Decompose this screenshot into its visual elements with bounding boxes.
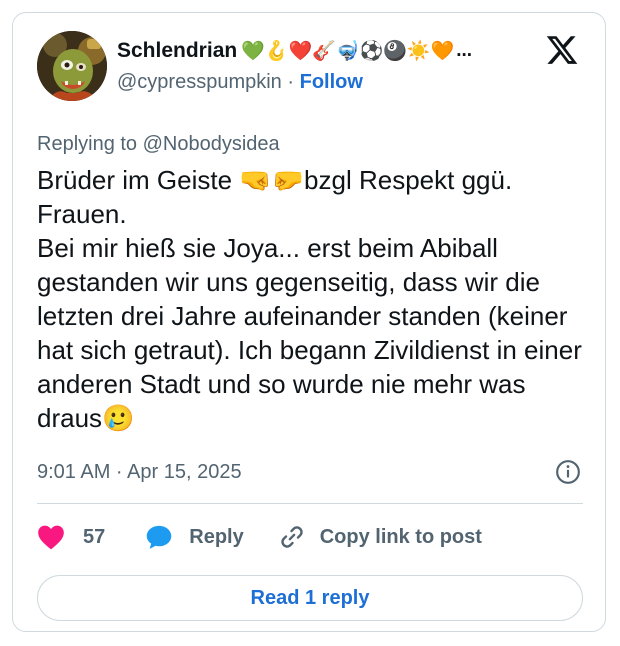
- author-name-row: Schlendrian 💚 🪝 ❤️ 🎸 🤿 ⚽ 🎱 ☀️ 🧡 ...: [117, 39, 472, 63]
- author-display-name[interactable]: Schlendrian: [117, 39, 237, 63]
- sun-icon: ☀️: [406, 41, 431, 62]
- green-heart-icon: 💚: [241, 41, 265, 62]
- copy-link-button[interactable]: Copy link to post: [278, 524, 482, 550]
- read-replies-label: Read 1 reply: [250, 586, 370, 609]
- reply-label: Reply: [189, 525, 244, 548]
- tweet-card: Schlendrian 💚 🪝 ❤️ 🎸 🤿 ⚽ 🎱 ☀️ 🧡 ... @cyp…: [12, 12, 606, 632]
- tweet-timestamp[interactable]: 9:01 AM · Apr 15, 2025: [37, 461, 242, 484]
- info-icon[interactable]: [555, 459, 581, 485]
- like-count: 57: [83, 525, 106, 548]
- tweet-line2: Frauen.: [37, 199, 127, 229]
- name-ellipsis: ...: [456, 40, 473, 61]
- avatar[interactable]: [37, 31, 107, 101]
- handle-separator: ·: [287, 71, 295, 93]
- tweet-line1-after: bzgl Respekt ggü.: [304, 165, 513, 195]
- link-icon: [281, 526, 303, 548]
- follow-link[interactable]: Follow: [300, 71, 363, 93]
- author-handle[interactable]: @cypresspumpkin: [117, 71, 282, 93]
- tweet-line1-before: Brüder im Geiste: [37, 165, 240, 195]
- red-heart-icon: ❤️: [288, 41, 313, 62]
- replying-to: Replying to @Nobodysidea: [37, 133, 280, 155]
- tweet-text: Brüder im Geiste 🤜🤛bzgl Respekt ggü. Fra…: [37, 163, 597, 435]
- action-bar: 57 Reply Copy link to post: [37, 517, 482, 557]
- diving-mask-icon: 🤿: [335, 41, 360, 62]
- like-button[interactable]: 57: [37, 524, 105, 550]
- hook-icon: 🪝: [264, 41, 289, 62]
- reply-button[interactable]: Reply: [145, 524, 244, 550]
- guitar-icon: 🎸: [312, 41, 336, 62]
- heart-icon: [38, 525, 64, 550]
- x-logo-icon[interactable]: [545, 33, 579, 67]
- fist-bump-icons: 🤜🤛: [239, 165, 305, 195]
- smiling-tear-icon: 🥲: [102, 403, 135, 433]
- name-emojis: 💚 🪝 ❤️ 🎸 🤿 ⚽ 🎱 ☀️ 🧡: [241, 39, 454, 63]
- avatar-image: [37, 31, 107, 101]
- read-replies-button[interactable]: Read 1 reply: [37, 575, 583, 621]
- eight-ball-icon: 🎱: [383, 41, 407, 62]
- copy-link-label: Copy link to post: [319, 525, 482, 548]
- divider: [37, 503, 583, 504]
- soccer-ball-icon: ⚽: [359, 41, 384, 62]
- orange-heart-icon: 🧡: [430, 41, 455, 62]
- author-handle-row: @cypresspumpkin · Follow: [117, 71, 363, 94]
- reply-bubble-icon: [147, 525, 172, 549]
